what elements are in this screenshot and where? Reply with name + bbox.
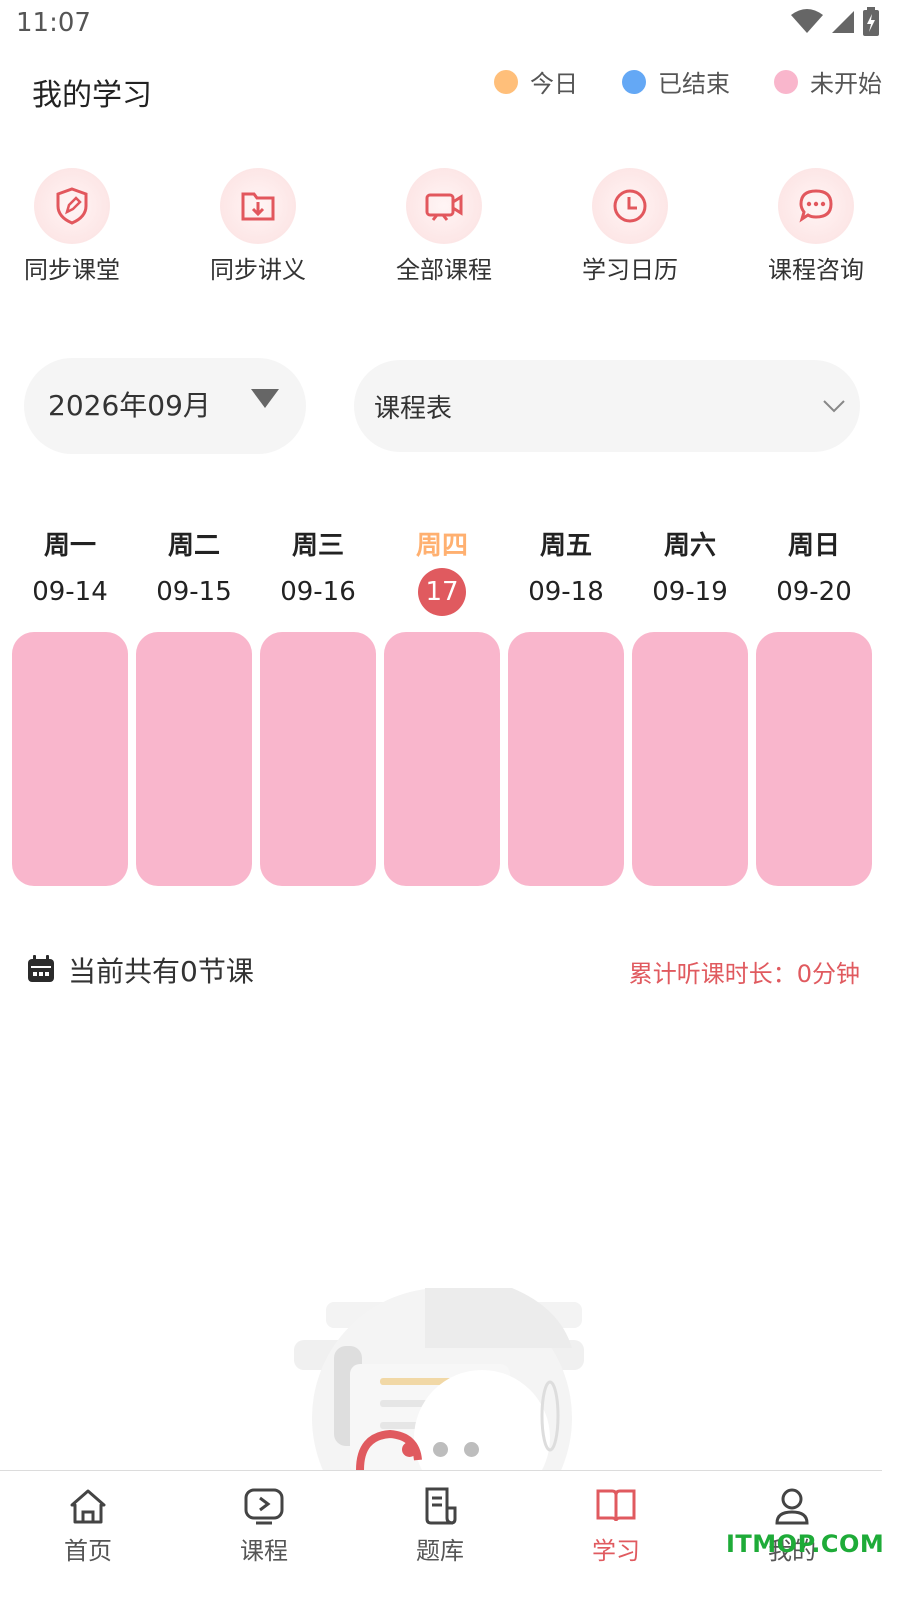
month-picker[interactable]: 2026年09月 bbox=[24, 358, 306, 454]
triangle-down-icon bbox=[250, 388, 280, 414]
watermark: ITMOP.COM bbox=[726, 1530, 885, 1558]
legend-label-today: 今日 bbox=[530, 70, 578, 98]
shortcut-sync-notes[interactable]: 同步讲义 bbox=[188, 168, 328, 285]
shortcut-label: 同步讲义 bbox=[210, 256, 306, 284]
view-select[interactable]: 课程表 bbox=[354, 360, 860, 452]
day-date: 09-14 bbox=[32, 577, 108, 607]
day-card-thu[interactable] bbox=[384, 632, 500, 886]
play-screen-icon bbox=[204, 1485, 324, 1527]
battery-charging-icon bbox=[862, 7, 880, 41]
shortcut-label: 同步课堂 bbox=[24, 256, 120, 284]
cell-signal-icon bbox=[830, 9, 856, 39]
day-column-thu[interactable]: 周四 17 bbox=[380, 526, 504, 616]
nav-item-courses[interactable]: 课程 bbox=[204, 1485, 324, 1566]
home-icon bbox=[28, 1485, 148, 1527]
chat-bubble-icon bbox=[778, 168, 854, 244]
day-date: 09-19 bbox=[652, 577, 728, 607]
legend-label-not-started: 未开始 bbox=[810, 70, 882, 98]
lesson-count: 当前共有0节课 bbox=[68, 955, 254, 988]
open-book-icon bbox=[556, 1485, 676, 1527]
status-legend: 今日 已结束 未开始 bbox=[494, 64, 882, 99]
month-value: 2026年09月 bbox=[48, 389, 211, 422]
day-card-mon[interactable] bbox=[12, 632, 128, 886]
shield-pen-icon bbox=[34, 168, 110, 244]
day-name: 周一 bbox=[43, 531, 96, 561]
day-card-wed[interactable] bbox=[260, 632, 376, 886]
wifi-icon bbox=[790, 9, 824, 39]
legend-label-ended: 已结束 bbox=[658, 70, 730, 98]
day-name: 周日 bbox=[787, 531, 840, 561]
status-bar: 11:07 bbox=[0, 0, 900, 50]
status-icons bbox=[790, 7, 880, 41]
legend-item-ended: 已结束 bbox=[622, 64, 730, 99]
legend-item-today: 今日 bbox=[494, 64, 578, 99]
legend-dot-today bbox=[494, 69, 518, 94]
calendar-icon bbox=[26, 954, 56, 988]
shortcut-label: 课程咨询 bbox=[768, 256, 864, 284]
carousel-dot[interactable] bbox=[464, 1442, 479, 1457]
folder-download-icon bbox=[220, 168, 296, 244]
day-card-tue[interactable] bbox=[136, 632, 252, 886]
chevron-down-icon bbox=[822, 398, 846, 417]
carousel-dots bbox=[402, 1442, 479, 1457]
nav-item-question-bank[interactable]: 题库 bbox=[380, 1485, 500, 1566]
shortcut-label: 全部课程 bbox=[396, 256, 492, 284]
shortcut-all-courses[interactable]: 全部课程 bbox=[374, 168, 514, 285]
shortcut-sync-classroom[interactable]: 同步课堂 bbox=[2, 168, 142, 285]
page-title: 我的学习 bbox=[32, 78, 152, 113]
shortcut-course-consult[interactable]: 课程咨询 bbox=[746, 168, 886, 285]
day-column-wed[interactable]: 周三 09-16 bbox=[256, 526, 380, 616]
day-name: 周五 bbox=[539, 531, 592, 561]
status-time: 11:07 bbox=[16, 8, 91, 38]
day-date: 09-15 bbox=[156, 577, 232, 607]
total-listen-duration: 累计听课时长：0分钟 bbox=[628, 960, 860, 988]
shortcut-label: 学习日历 bbox=[582, 256, 678, 284]
video-camera-icon bbox=[406, 168, 482, 244]
legend-item-not-started: 未开始 bbox=[774, 64, 882, 99]
clock-icon bbox=[592, 168, 668, 244]
day-card-sat[interactable] bbox=[632, 632, 748, 886]
day-card-sun[interactable] bbox=[756, 632, 872, 886]
day-name: 周二 bbox=[167, 531, 220, 561]
shortcut-study-calendar[interactable]: 学习日历 bbox=[560, 168, 700, 285]
view-select-value: 课程表 bbox=[374, 394, 453, 424]
nav-item-study[interactable]: 学习 bbox=[556, 1485, 676, 1566]
lesson-summary: 当前共有0节课 累计听课时长：0分钟 bbox=[26, 946, 866, 996]
carousel-dot[interactable] bbox=[402, 1442, 417, 1457]
day-column-mon[interactable]: 周一 09-14 bbox=[8, 526, 132, 616]
header: 我的学习 今日 已结束 未开始 bbox=[0, 60, 900, 120]
document-icon bbox=[380, 1485, 500, 1527]
day-column-fri[interactable]: 周五 09-18 bbox=[504, 526, 628, 616]
day-column-sun[interactable]: 周日 09-20 bbox=[752, 526, 876, 616]
today-date-badge: 17 bbox=[418, 568, 466, 616]
day-date: 09-18 bbox=[528, 577, 604, 607]
day-date: 09-20 bbox=[776, 577, 852, 607]
nav-label: 课程 bbox=[240, 1537, 288, 1565]
day-column-sat[interactable]: 周六 09-19 bbox=[628, 526, 752, 616]
day-date: 09-16 bbox=[280, 577, 356, 607]
nav-label: 首页 bbox=[64, 1537, 112, 1565]
carousel-dot[interactable] bbox=[433, 1442, 448, 1457]
legend-dot-not-started bbox=[774, 69, 798, 94]
user-icon bbox=[732, 1485, 852, 1527]
day-name: 周六 bbox=[663, 531, 716, 561]
day-name: 周三 bbox=[291, 531, 344, 561]
nav-item-home[interactable]: 首页 bbox=[28, 1485, 148, 1566]
legend-dot-ended bbox=[622, 69, 646, 94]
day-column-tue[interactable]: 周二 09-15 bbox=[132, 526, 256, 616]
day-name-today: 周四 bbox=[415, 531, 468, 561]
nav-label: 学习 bbox=[592, 1537, 640, 1565]
nav-label: 题库 bbox=[416, 1537, 464, 1565]
week-header: 周一 09-14 周二 09-15 周三 09-16 周四 17 周五 09-1… bbox=[8, 526, 876, 616]
day-card-fri[interactable] bbox=[508, 632, 624, 886]
shortcut-grid: 同步课堂 同步讲义 全部课程 学习日历 课程咨询 bbox=[0, 168, 900, 288]
